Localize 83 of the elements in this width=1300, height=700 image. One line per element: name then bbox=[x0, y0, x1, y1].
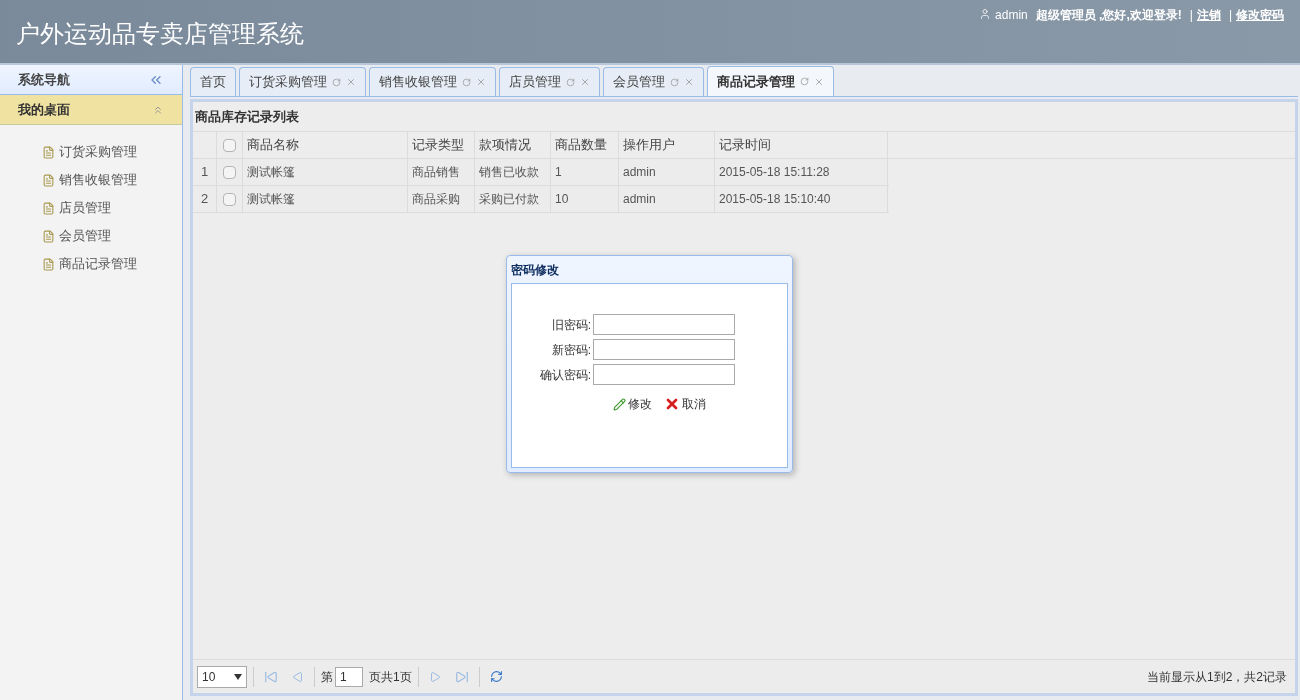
password-field[interactable] bbox=[593, 339, 735, 360]
previous-page-icon[interactable] bbox=[292, 670, 304, 683]
close-icon[interactable] bbox=[346, 77, 356, 87]
tab[interactable]: 商品记录管理 bbox=[707, 66, 834, 96]
page-input[interactable]: 1 bbox=[335, 666, 363, 687]
close-icon[interactable] bbox=[814, 76, 824, 87]
user-icon bbox=[979, 8, 992, 20]
table-cell: 商品采购 bbox=[408, 186, 475, 212]
table-cell: 2015-05-18 15:10:40 bbox=[715, 186, 888, 212]
column-header[interactable]: 商品名称 bbox=[243, 132, 408, 158]
nav-item[interactable]: 店员管理 bbox=[42, 198, 182, 218]
submit-button[interactable]: 修改 bbox=[613, 395, 652, 413]
column-header[interactable]: 款项情况 bbox=[475, 132, 551, 158]
field-label: 旧密码: bbox=[550, 316, 591, 334]
nav-item[interactable]: 会员管理 bbox=[42, 226, 182, 246]
table-cell: 测试帐篷 bbox=[243, 159, 408, 185]
nav-item[interactable]: 商品记录管理 bbox=[42, 254, 182, 274]
row-number: 1 bbox=[193, 159, 217, 185]
row-number: 2 bbox=[193, 186, 217, 212]
password-field[interactable] bbox=[593, 314, 735, 335]
checkbox[interactable] bbox=[223, 138, 236, 152]
separator-text: | bbox=[1228, 7, 1232, 24]
section-header[interactable]: 我的桌面 bbox=[0, 95, 182, 125]
table-cell: 2015-05-18 15:11:28 bbox=[715, 159, 888, 185]
grid-title: 商品库存记录列表 bbox=[193, 102, 1295, 132]
page-size-select[interactable]: 10 bbox=[197, 665, 247, 688]
field-label: 确认密码: bbox=[538, 366, 591, 384]
close-icon[interactable] bbox=[580, 77, 590, 87]
app-title: 户外运动品专卖店管理系统 bbox=[16, 19, 304, 50]
nav-item[interactable]: 销售收银管理 bbox=[42, 170, 182, 190]
tab[interactable]: 销售收银管理 bbox=[369, 67, 496, 96]
checkbox[interactable] bbox=[223, 192, 236, 206]
refresh-icon[interactable] bbox=[800, 77, 809, 86]
table-cell: 商品销售 bbox=[408, 159, 475, 185]
pencil-icon bbox=[613, 397, 626, 411]
password-field[interactable] bbox=[593, 364, 735, 385]
refresh-icon[interactable] bbox=[489, 670, 503, 683]
nav-item[interactable]: 订货采购管理 bbox=[42, 142, 182, 162]
page-total-label: 页共1页 bbox=[369, 668, 412, 686]
cancel-button[interactable]: 取消 bbox=[664, 395, 706, 413]
column-header[interactable]: 记录类型 bbox=[408, 132, 475, 158]
dialog-title: 密码修改 bbox=[511, 261, 560, 279]
page-label: 第 bbox=[321, 668, 333, 686]
greeting-text: 超级管理员 ,您好,欢迎登录! bbox=[1035, 7, 1182, 24]
tab[interactable]: 首页 bbox=[190, 67, 236, 96]
first-page-icon[interactable] bbox=[264, 669, 278, 684]
column-header[interactable]: 商品数量 bbox=[551, 132, 619, 158]
document-icon bbox=[42, 257, 55, 271]
table-cell: 销售已收款 bbox=[475, 159, 551, 185]
username: admin bbox=[995, 7, 1028, 24]
close-icon[interactable] bbox=[476, 77, 486, 87]
table-cell: 采购已付款 bbox=[475, 186, 551, 212]
tab[interactable]: 店员管理 bbox=[499, 67, 600, 96]
close-icon[interactable] bbox=[684, 77, 694, 87]
sidebar-title: 系统导航 bbox=[18, 70, 70, 89]
table-cell: 测试帐篷 bbox=[243, 186, 408, 212]
document-icon bbox=[42, 229, 55, 243]
section-title: 我的桌面 bbox=[18, 100, 70, 119]
refresh-icon[interactable] bbox=[462, 77, 471, 87]
document-icon bbox=[42, 145, 55, 159]
column-header[interactable]: 操作用户 bbox=[619, 132, 715, 158]
column-header[interactable]: 记录时间 bbox=[715, 132, 888, 158]
table-cell: admin bbox=[619, 159, 715, 185]
dropdown-icon bbox=[234, 673, 242, 680]
last-page-icon[interactable] bbox=[454, 669, 469, 684]
record-summary: 当前显示从1到2，共2记录 bbox=[1146, 668, 1287, 686]
table-cell: 1 bbox=[551, 159, 619, 185]
table-row[interactable]: 1 测试帐篷 商品销售 销售已收款 1 admin 2015-05-18 15:11:28 bbox=[193, 159, 889, 186]
field-label: 新密码: bbox=[550, 341, 591, 359]
cancel-icon bbox=[664, 396, 680, 412]
refresh-icon[interactable] bbox=[566, 77, 575, 87]
checkbox[interactable] bbox=[223, 165, 236, 179]
document-icon bbox=[42, 201, 55, 215]
document-icon bbox=[42, 173, 55, 187]
refresh-icon[interactable] bbox=[332, 77, 341, 87]
table-cell: 10 bbox=[551, 186, 619, 212]
separator-text: | bbox=[1189, 7, 1193, 24]
next-page-icon[interactable] bbox=[428, 670, 441, 683]
tab[interactable]: 会员管理 bbox=[603, 67, 704, 96]
refresh-icon[interactable] bbox=[670, 77, 679, 87]
tab[interactable]: 订货采购管理 bbox=[239, 67, 366, 96]
table-cell: admin bbox=[619, 186, 715, 212]
table-row[interactable]: 2 测试帐篷 商品采购 采购已付款 10 admin 2015-05-18 15:10:40 bbox=[193, 186, 889, 213]
